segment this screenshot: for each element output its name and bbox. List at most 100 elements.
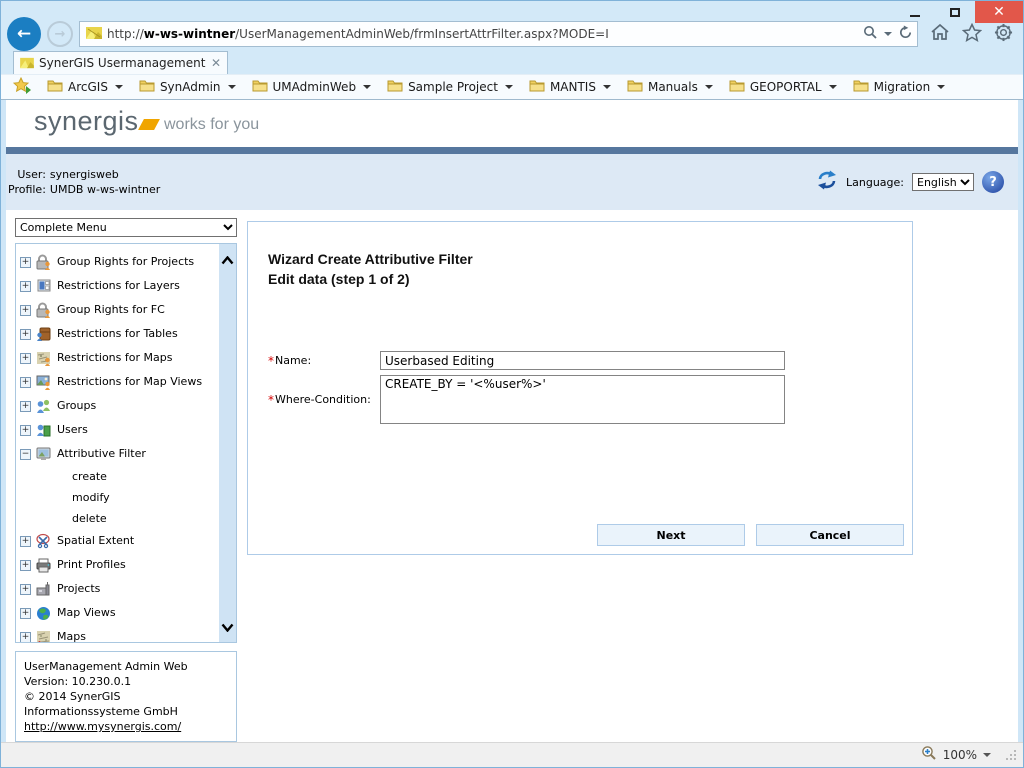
favorites-star-icon[interactable]: [962, 23, 982, 46]
expand-icon[interactable]: +: [20, 584, 31, 595]
user-info: User:synergisweb Profile:UMDB w-ws-wintn…: [6, 167, 162, 197]
wizard-form: *Name: *Where-Condition:: [268, 351, 912, 424]
favorite-label: Migration: [874, 80, 931, 94]
tree-item-label: Restrictions for Tables: [57, 328, 178, 340]
tree-item-restrictions-for-maps[interactable]: +Restrictions for Maps: [20, 346, 219, 370]
favorite-caret-icon: [603, 85, 611, 89]
expand-icon[interactable]: +: [20, 608, 31, 619]
tree-item-projects[interactable]: + Projects: [20, 577, 219, 601]
expand-icon[interactable]: +: [20, 257, 31, 268]
name-input[interactable]: [380, 351, 785, 370]
favorite-item-migration[interactable]: Migration: [849, 76, 954, 98]
forward-button[interactable]: →: [47, 21, 73, 47]
folder-icon: [853, 79, 869, 95]
where-condition-row: *Where-Condition:: [268, 375, 912, 424]
add-favorite-icon[interactable]: [13, 77, 33, 98]
url-host: w-ws-wintner: [144, 27, 235, 41]
tree-subitem-create[interactable]: create: [20, 466, 219, 487]
menu-tree: +Group Rights for Projects+Restrictions …: [16, 244, 219, 642]
favorite-item-sample-project[interactable]: Sample Project: [383, 76, 521, 98]
tree-subitem-modify[interactable]: modify: [20, 487, 219, 508]
expand-icon[interactable]: +: [20, 425, 31, 436]
name-row: *Name:: [268, 351, 912, 370]
favorite-label: ArcGIS: [68, 80, 108, 94]
tree-item-attributive-filter[interactable]: − Attributive Filter: [20, 442, 219, 466]
favorite-label: Manuals: [648, 80, 698, 94]
zoom-magnifier-icon[interactable]: [921, 745, 937, 765]
spatial-extent-icon: [34, 532, 54, 550]
cancel-button[interactable]: Cancel: [756, 524, 904, 546]
user-label: User:: [6, 167, 48, 182]
url-text[interactable]: http://w-ws-wintner/UserManagementAdminW…: [107, 27, 863, 41]
favorite-item-arcgis[interactable]: ArcGIS: [43, 76, 131, 98]
tree-item-map-views[interactable]: +Map Views: [20, 601, 219, 625]
tree-item-label: Groups: [57, 400, 96, 412]
tree-item-users[interactable]: +Users: [20, 418, 219, 442]
resize-grip[interactable]: [1005, 746, 1017, 765]
tab-synergis-usermanagement[interactable]: SynerGIS Usermanagement ... ✕: [13, 51, 228, 74]
scroll-down-icon[interactable]: [221, 617, 234, 636]
tree-item-print-profiles[interactable]: +Print Profiles: [20, 553, 219, 577]
app-version: Version: 10.230.0.1: [24, 674, 228, 689]
tree-item-label: Group Rights for Projects: [57, 256, 194, 268]
settings-gear-icon[interactable]: [994, 23, 1013, 46]
expand-icon[interactable]: +: [20, 281, 31, 292]
address-bar[interactable]: http://w-ws-wintner/UserManagementAdminW…: [79, 21, 918, 47]
tree-item-groups[interactable]: + Groups: [20, 394, 219, 418]
user-value: synergisweb: [48, 167, 162, 182]
expand-icon[interactable]: +: [20, 353, 31, 364]
tree-item-label: Maps: [57, 631, 86, 642]
tree-subitem-delete[interactable]: delete: [20, 508, 219, 529]
folder-icon: [139, 79, 155, 95]
tree-item-label: Attributive Filter: [57, 448, 146, 460]
expand-icon[interactable]: +: [20, 329, 31, 340]
collapse-icon[interactable]: −: [20, 449, 31, 460]
tree-scrollbar[interactable]: [219, 244, 236, 642]
wizard-buttons: Next Cancel: [597, 524, 904, 546]
favorite-item-geoportal[interactable]: GEOPORTAL: [725, 76, 845, 98]
refresh-language-icon[interactable]: [816, 170, 838, 194]
synergis-link[interactable]: http://www.mysynergis.com/: [24, 720, 181, 733]
tree-item-maps[interactable]: + Maps: [20, 625, 219, 642]
tree-item-restrictions-for-tables[interactable]: + Restrictions for Tables: [20, 322, 219, 346]
search-options-caret-icon[interactable]: [884, 32, 892, 36]
scroll-up-icon[interactable]: [221, 250, 234, 269]
expand-icon[interactable]: +: [20, 401, 31, 412]
help-icon[interactable]: ?: [982, 171, 1004, 193]
profile-value: UMDB w-ws-wintner: [48, 182, 162, 197]
expand-icon[interactable]: +: [20, 560, 31, 571]
folder-icon: [387, 79, 403, 95]
zoom-caret-icon[interactable]: [983, 753, 991, 757]
favorite-item-synadmin[interactable]: SynAdmin: [135, 76, 244, 98]
language-select[interactable]: English: [912, 173, 974, 191]
tree-item-spatial-extent[interactable]: + Spatial Extent: [20, 529, 219, 553]
favorite-item-mantis[interactable]: MANTIS: [525, 76, 619, 98]
required-marker: *: [268, 393, 274, 407]
next-button[interactable]: Next: [597, 524, 745, 546]
users-icon: [34, 421, 54, 439]
expand-icon[interactable]: +: [20, 305, 31, 316]
favorite-label: GEOPORTAL: [750, 80, 822, 94]
favorite-caret-icon: [705, 85, 713, 89]
expand-icon[interactable]: +: [20, 632, 31, 643]
app-version-box: UserManagement Admin Web Version: 10.230…: [15, 651, 237, 742]
tree-item-group-rights-for-projects[interactable]: + Group Rights for Projects: [20, 250, 219, 274]
synergis-banner: synergis works for you: [6, 100, 1018, 147]
expand-icon[interactable]: +: [20, 536, 31, 547]
menu-mode-select[interactable]: Complete Menu: [15, 218, 237, 237]
main-area: Wizard Create Attributive Filter Edit da…: [237, 210, 1018, 742]
refresh-icon[interactable]: [898, 25, 913, 44]
tree-item-restrictions-for-layers[interactable]: +Restrictions for Layers: [20, 274, 219, 298]
where-condition-textarea[interactable]: [380, 375, 785, 424]
tree-item-group-rights-for-fc[interactable]: +Group Rights for FC: [20, 298, 219, 322]
tree-item-label: Spatial Extent: [57, 535, 134, 547]
search-icon[interactable]: [863, 25, 878, 44]
expand-icon[interactable]: +: [20, 377, 31, 388]
favorite-item-manuals[interactable]: Manuals: [623, 76, 721, 98]
tree-item-restrictions-for-map-views[interactable]: +Restrictions for Map Views: [20, 370, 219, 394]
tab-close-icon[interactable]: ✕: [211, 56, 221, 70]
tree-item-label: Projects: [57, 583, 100, 595]
back-button[interactable]: ←: [7, 17, 41, 51]
home-icon[interactable]: [930, 23, 950, 45]
favorite-item-umadminweb[interactable]: UMAdminWeb: [248, 76, 380, 98]
